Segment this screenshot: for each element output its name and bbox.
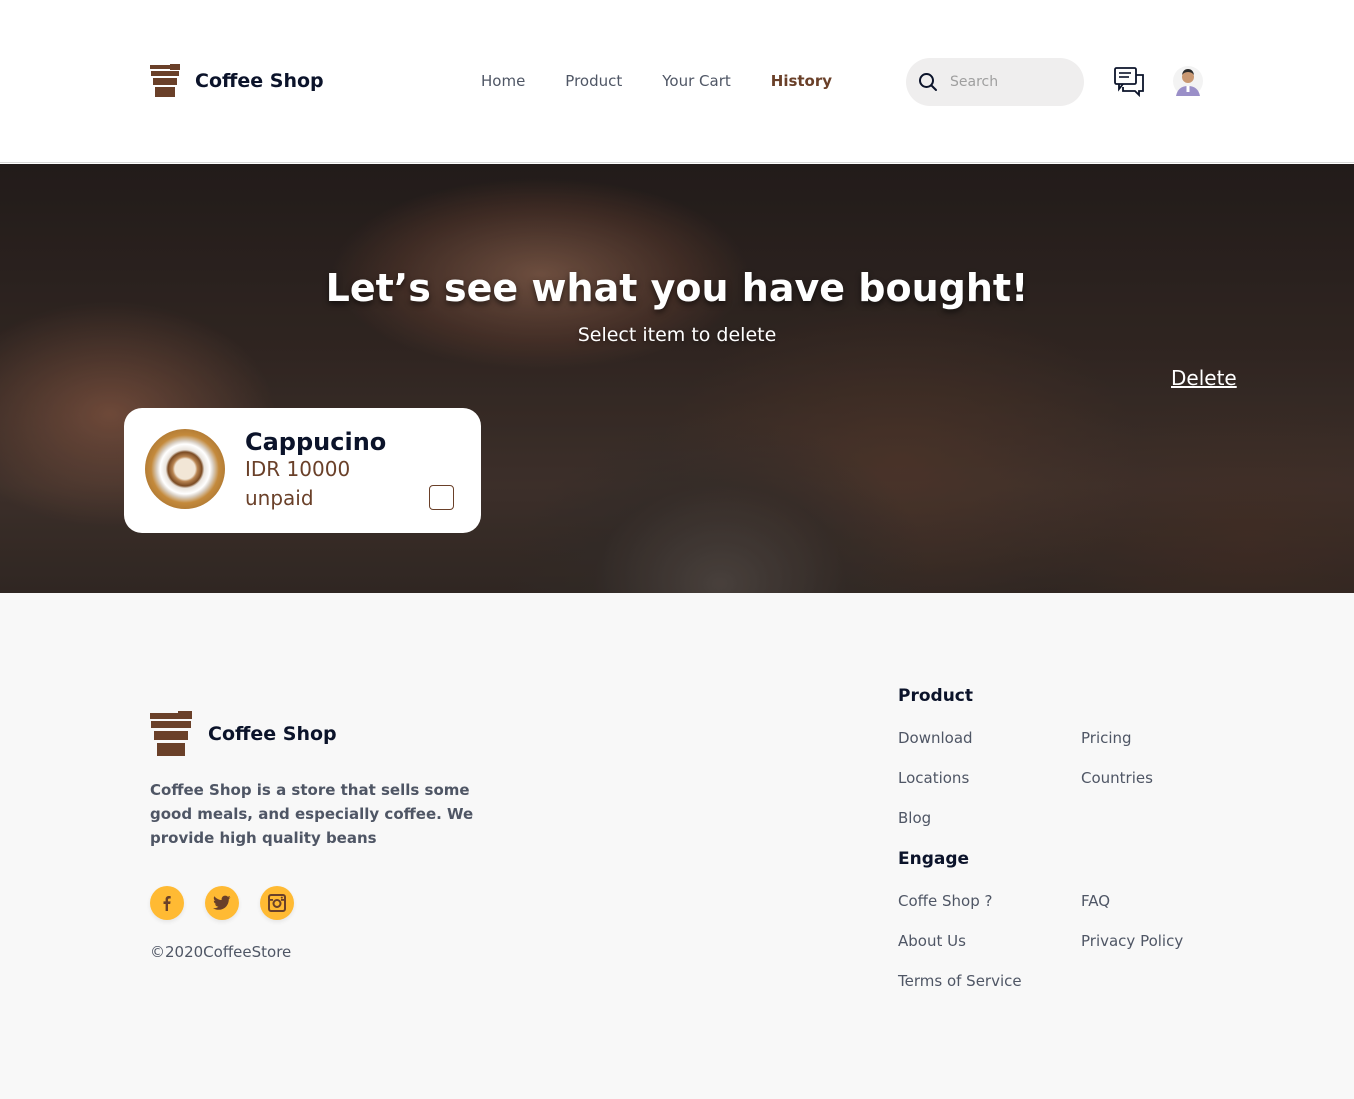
select-item-checkbox[interactable] bbox=[429, 485, 454, 510]
page-subtitle: Select item to delete bbox=[577, 324, 777, 346]
page-title: Let’s see what you have bought! bbox=[325, 266, 1029, 310]
search-bar bbox=[906, 58, 1084, 106]
twitter-link[interactable] bbox=[205, 886, 239, 920]
hero-banner: Let’s see what you have bought! Select i… bbox=[0, 164, 1354, 593]
footer-link-coffe-shop[interactable]: Coffe Shop ? bbox=[898, 892, 992, 910]
user-avatar[interactable] bbox=[1173, 65, 1203, 97]
footer-link-privacy-policy[interactable]: Privacy Policy bbox=[1081, 932, 1183, 950]
product-image bbox=[145, 429, 225, 509]
search-input[interactable] bbox=[950, 74, 1070, 90]
footer-brand-name: Coffee Shop bbox=[208, 723, 337, 745]
brand-logo[interactable]: Coffee Shop bbox=[150, 64, 324, 98]
footer-link-about-us[interactable]: About Us bbox=[898, 932, 966, 950]
main-nav: Home Product Your Cart History bbox=[481, 72, 872, 90]
top-header: Coffee Shop Home Product Your Cart Histo… bbox=[0, 0, 1354, 163]
twitter-icon bbox=[213, 895, 231, 910]
coffee-cup-icon bbox=[150, 711, 192, 756]
footer-link-terms[interactable]: Terms of Service bbox=[898, 972, 1022, 990]
footer-brand[interactable]: Coffee Shop bbox=[150, 711, 337, 757]
payment-status: unpaid bbox=[245, 486, 314, 510]
nav-your-cart[interactable]: Your Cart bbox=[662, 72, 731, 90]
footer-link-blog[interactable]: Blog bbox=[898, 809, 931, 827]
product-name: Cappucino bbox=[245, 428, 387, 456]
social-links bbox=[150, 886, 315, 920]
footer-product-heading: Product bbox=[898, 686, 973, 706]
nav-home[interactable]: Home bbox=[481, 72, 525, 90]
footer-link-faq[interactable]: FAQ bbox=[1081, 892, 1110, 910]
instagram-link[interactable] bbox=[260, 886, 294, 920]
history-item-card[interactable]: Cappucino IDR 10000 unpaid bbox=[124, 408, 481, 533]
footer-link-countries[interactable]: Countries bbox=[1081, 769, 1153, 787]
nav-product[interactable]: Product bbox=[565, 72, 622, 90]
product-price: IDR 10000 bbox=[245, 457, 351, 481]
brand-name: Coffee Shop bbox=[195, 70, 324, 92]
footer-link-pricing[interactable]: Pricing bbox=[1081, 729, 1132, 747]
copyright-text: ©2020CoffeeStore bbox=[150, 943, 292, 961]
footer-engage-heading: Engage bbox=[898, 849, 970, 869]
coffee-cup-icon bbox=[150, 64, 180, 97]
delete-button[interactable]: Delete bbox=[1171, 366, 1237, 390]
facebook-icon bbox=[163, 896, 171, 911]
footer-description: Coffee Shop is a store that sells some g… bbox=[150, 781, 474, 847]
facebook-link[interactable] bbox=[150, 886, 184, 920]
search-icon bbox=[919, 73, 937, 91]
footer-link-download[interactable]: Download bbox=[898, 729, 973, 747]
instagram-icon bbox=[268, 894, 286, 912]
footer: Coffee Shop Coffee Shop is a store that … bbox=[0, 593, 1354, 1099]
nav-history[interactable]: History bbox=[771, 72, 832, 90]
chat-icon[interactable] bbox=[1113, 66, 1145, 98]
footer-link-locations[interactable]: Locations bbox=[898, 769, 969, 787]
